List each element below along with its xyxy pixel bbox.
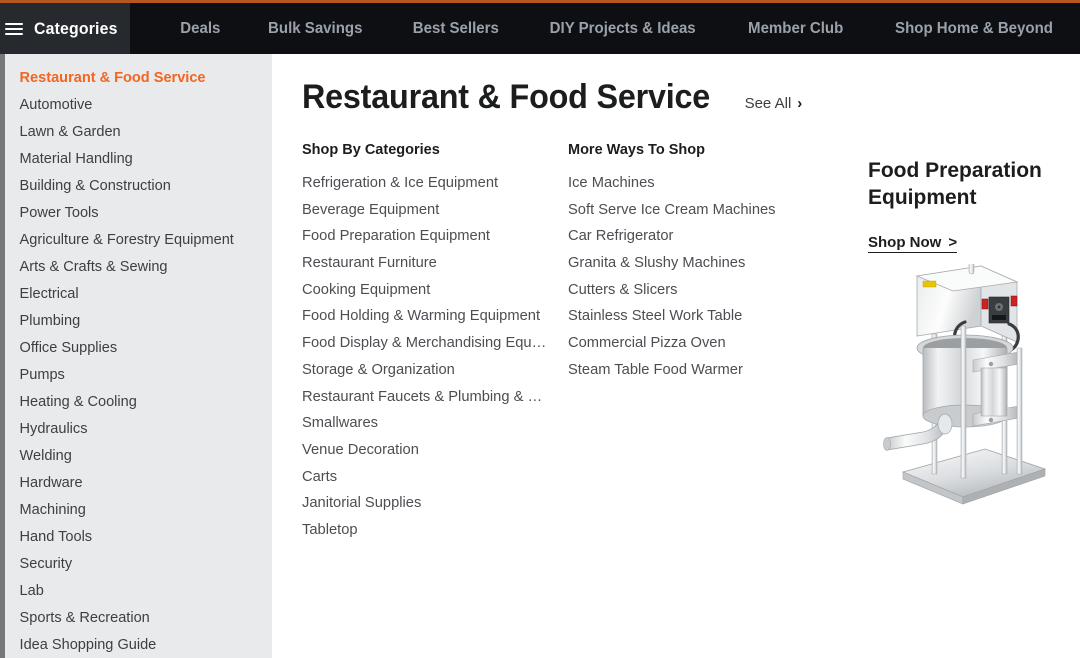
sidebar-item-welding[interactable]: Welding — [5, 442, 264, 469]
chevron-right-icon: › — [797, 95, 803, 112]
main-nav: Deals Bulk Savings Best Sellers DIY Project… — [130, 3, 1080, 54]
categories-button-label: Categories — [34, 18, 118, 38]
column-links-a: Refrigeration & Ice Equipment Beverage Eq… — [302, 170, 552, 544]
category-link[interactable]: Cutters & Slicers — [568, 277, 803, 304]
promo-product-image[interactable] — [865, 261, 1065, 524]
category-link[interactable]: Steam Table Food Warmer — [568, 357, 803, 384]
page-title: Restaurant & Food Service — [302, 78, 711, 116]
category-link[interactable]: Restaurant Furniture — [302, 250, 547, 277]
sidebar-item-machining[interactable]: Machining — [5, 496, 264, 523]
sidebar-item-sports-recreation[interactable]: Sports & Recreation — [5, 604, 264, 631]
sidebar-item-arts-crafts-sewing[interactable]: Arts & Crafts & Sewing — [5, 253, 264, 280]
category-link[interactable]: Cooking Equipment — [302, 277, 547, 304]
sidebar-item-pumps[interactable]: Pumps — [5, 361, 264, 388]
category-link[interactable]: Granita & Slushy Machines — [568, 250, 803, 277]
category-link[interactable]: Smallwares — [302, 410, 547, 437]
main-content: Restaurant & Food Service See All › Shop… — [272, 54, 1080, 658]
sidebar-item-automotive[interactable]: Automotive — [5, 91, 264, 118]
sidebar-item-idea-shopping-guide[interactable]: Idea Shopping Guide — [5, 631, 264, 658]
sidebar-item-heating-cooling[interactable]: Heating & Cooling — [5, 388, 264, 415]
category-link[interactable]: Janitorial Supplies — [302, 490, 547, 517]
sidebar-item-office-supplies[interactable]: Office Supplies — [5, 334, 264, 361]
see-all-link[interactable]: See All › — [745, 95, 803, 112]
nav-item-deals[interactable]: Deals — [159, 20, 241, 38]
category-link[interactable]: Carts — [302, 464, 547, 491]
category-link[interactable]: Stainless Steel Work Table — [568, 303, 803, 330]
category-link[interactable]: Venue Decoration — [302, 437, 547, 464]
category-link[interactable]: Food Display & Merchandising Equip… — [302, 330, 547, 357]
category-link[interactable]: Soft Serve Ice Cream Machines — [568, 197, 803, 224]
category-link[interactable]: Restaurant Faucets & Plumbing & Sinks — [302, 384, 547, 411]
column-heading: More Ways To Shop — [568, 142, 705, 158]
see-all-label: See All — [744, 95, 792, 112]
nav-item-diy-projects-ideas[interactable]: DIY Projects & Ideas — [529, 20, 716, 38]
nav-item-shop-home-beyond[interactable]: Shop Home & Beyond — [874, 20, 1073, 38]
category-link[interactable]: Food Preparation Equipment — [302, 223, 547, 250]
sidebar-item-plumbing[interactable]: Plumbing — [5, 307, 264, 334]
column-heading: Shop By Categories — [302, 142, 440, 158]
sidebar-item-security[interactable]: Security — [5, 550, 264, 577]
category-link[interactable]: Storage & Organization — [302, 357, 547, 384]
nav-item-bulk-savings[interactable]: Bulk Savings — [248, 20, 384, 38]
category-link[interactable]: Ice Machines — [568, 170, 803, 197]
shop-now-label: Shop Now — [868, 233, 942, 251]
sidebar-item-electrical[interactable]: Electrical — [5, 280, 264, 307]
page-header-row: Restaurant & Food Service See All › — [302, 78, 802, 117]
categories-button[interactable]: Categories — [0, 3, 130, 54]
more-ways-to-shop-column: More Ways To Shop Ice Machines Soft Serve… — [568, 142, 808, 384]
sidebar-item-lab[interactable]: Lab — [5, 577, 264, 604]
nav-item-member-club[interactable]: Member Club — [727, 20, 864, 38]
shop-now-button[interactable]: Shop Now > — [868, 233, 958, 253]
nav-item-best-sellers[interactable]: Best Sellers — [392, 20, 519, 38]
sidebar-item-hydraulics[interactable]: Hydraulics — [5, 415, 264, 442]
sidebar-item-hand-tools[interactable]: Hand Tools — [5, 523, 264, 550]
sidebar-item-restaurant-food-service[interactable]: Restaurant & Food Service — [5, 64, 264, 91]
sidebar-item-agriculture-forestry-equipment[interactable]: Agriculture & Forestry Equipment — [5, 226, 264, 253]
hamburger-menu-icon — [5, 22, 24, 35]
sidebar-item-hardware[interactable]: Hardware — [5, 469, 264, 496]
category-sidebar: Restaurant & Food Service Automotive Lawn … — [5, 54, 272, 658]
category-link[interactable]: Car Refrigerator — [568, 223, 803, 250]
category-link[interactable]: Beverage Equipment — [302, 197, 547, 224]
category-link[interactable]: Commercial Pizza Oven — [568, 330, 803, 357]
page-root: Categories Deals Bulk Savings Best Sellers… — [0, 0, 1080, 658]
promo-title: Food Preparation Equipment — [868, 159, 1042, 209]
chevron-right-icon: > — [948, 233, 958, 251]
column-links-b: Ice Machines Soft Serve Ice Cream Machine… — [568, 170, 808, 384]
sidebar-item-power-tools[interactable]: Power Tools — [5, 199, 264, 226]
sidebar-item-building-construction[interactable]: Building & Construction — [5, 172, 264, 199]
site-header: Categories Deals Bulk Savings Best Sellers… — [0, 3, 1080, 54]
promo-panel: Food Preparation Equipment Shop Now > — [868, 158, 1063, 253]
category-link[interactable]: Refrigeration & Ice Equipment — [302, 170, 547, 197]
sidebar-item-lawn-garden[interactable]: Lawn & Garden — [5, 118, 264, 145]
sidebar-item-material-handling[interactable]: Material Handling — [5, 145, 264, 172]
category-link[interactable]: Food Holding & Warming Equipment — [302, 303, 547, 330]
category-link[interactable]: Tabletop — [302, 517, 547, 544]
shop-by-categories-column: Shop By Categories Refrigeration & Ice E… — [302, 142, 552, 544]
